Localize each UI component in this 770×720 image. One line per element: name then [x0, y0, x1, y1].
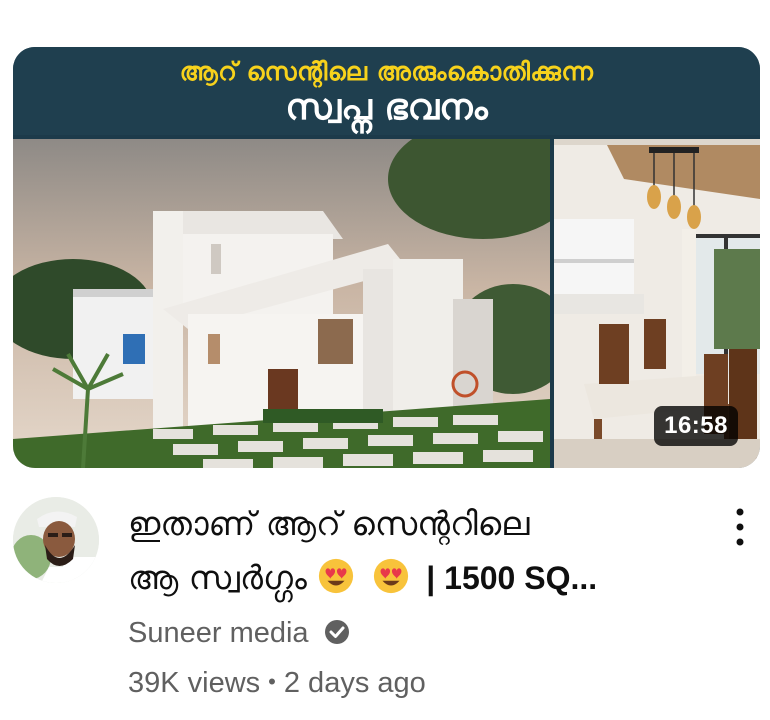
separator-dot: • [268, 669, 276, 694]
upload-age: 2 days ago [283, 667, 426, 699]
banner-line-2: സ്വപ്ന ഭവനം [285, 87, 488, 128]
title-line-2-suffix: | 1500 SQ... [426, 560, 598, 596]
title-line-2: ആ സ്വർഗ്ഗം | 1500 SQ... [128, 551, 698, 605]
title-line-2-text: ആ സ്വർഗ്ഗം [128, 558, 307, 597]
verified-check-icon [324, 620, 349, 644]
house-exterior-image [13, 139, 550, 468]
video-title[interactable]: ഇതാണ് ആറ് സെന്ററിലെ ആ സ്വർഗ്ഗം | 1500 SQ… [128, 497, 698, 605]
heart-eyes-emoji-icon [373, 558, 408, 594]
thumbnail-banner: ആറ് സെന്റിലെ അരുംകൊതിക്കുന്ന സ്വപ്ന ഭവനം [13, 47, 760, 135]
channel-avatar[interactable] [13, 497, 99, 583]
title-line-1: ഇതാണ് ആറ് സെന്ററിലെ [128, 504, 530, 543]
view-count: 39K views [128, 667, 261, 699]
channel-name[interactable]: Suneer media [128, 617, 309, 649]
more-vertical-icon[interactable] [728, 507, 752, 547]
heart-eyes-emoji-icon [319, 558, 354, 594]
video-card[interactable]: ആറ് സെന്റിലെ അരുംകൊതിക്കുന്ന സ്വപ്ന ഭവനം [0, 0, 770, 720]
duration-badge: 16:58 [654, 406, 738, 446]
video-stats: 39K views • 2 days ago [128, 667, 426, 700]
channel-name-row[interactable]: Suneer media [128, 617, 351, 650]
banner-line-1: ആറ് സെന്റിലെ അരുംകൊതിക്കുന്ന [179, 57, 594, 86]
video-thumbnail[interactable]: ആറ് സെന്റിലെ അരുംകൊതിക്കുന്ന സ്വപ്ന ഭവനം [13, 47, 760, 468]
